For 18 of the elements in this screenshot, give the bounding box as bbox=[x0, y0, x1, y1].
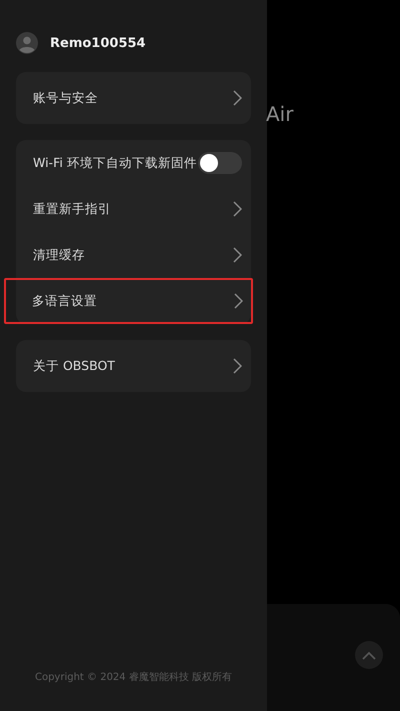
chevron-up-icon bbox=[362, 650, 376, 660]
chevron-right-icon bbox=[232, 201, 242, 217]
chevron-right-icon bbox=[232, 90, 242, 106]
settings-item[interactable]: 清理缓存 bbox=[16, 232, 251, 278]
copyright-text: Copyright © 2024 睿魔智能科技 版权所有 bbox=[34, 670, 234, 684]
chevron-right-icon bbox=[233, 293, 243, 309]
username: Remo100554 bbox=[50, 36, 146, 50]
settings-item[interactable]: 重置新手指引 bbox=[16, 186, 251, 232]
settings-item[interactable]: 账号与安全 bbox=[16, 72, 251, 124]
chevron-right-icon bbox=[232, 358, 242, 374]
settings-item[interactable]: 关于 OBSBOT bbox=[16, 340, 251, 392]
expand-button[interactable] bbox=[355, 641, 383, 669]
avatar-icon[interactable] bbox=[16, 32, 38, 54]
chevron-right-icon bbox=[232, 247, 242, 263]
device-title: Air bbox=[266, 102, 294, 126]
row-label: Wi-Fi 环境下自动下载新固件 bbox=[33, 154, 197, 172]
settings-item[interactable]: 多语言设置 bbox=[4, 278, 253, 324]
toggle-switch[interactable] bbox=[198, 152, 242, 174]
